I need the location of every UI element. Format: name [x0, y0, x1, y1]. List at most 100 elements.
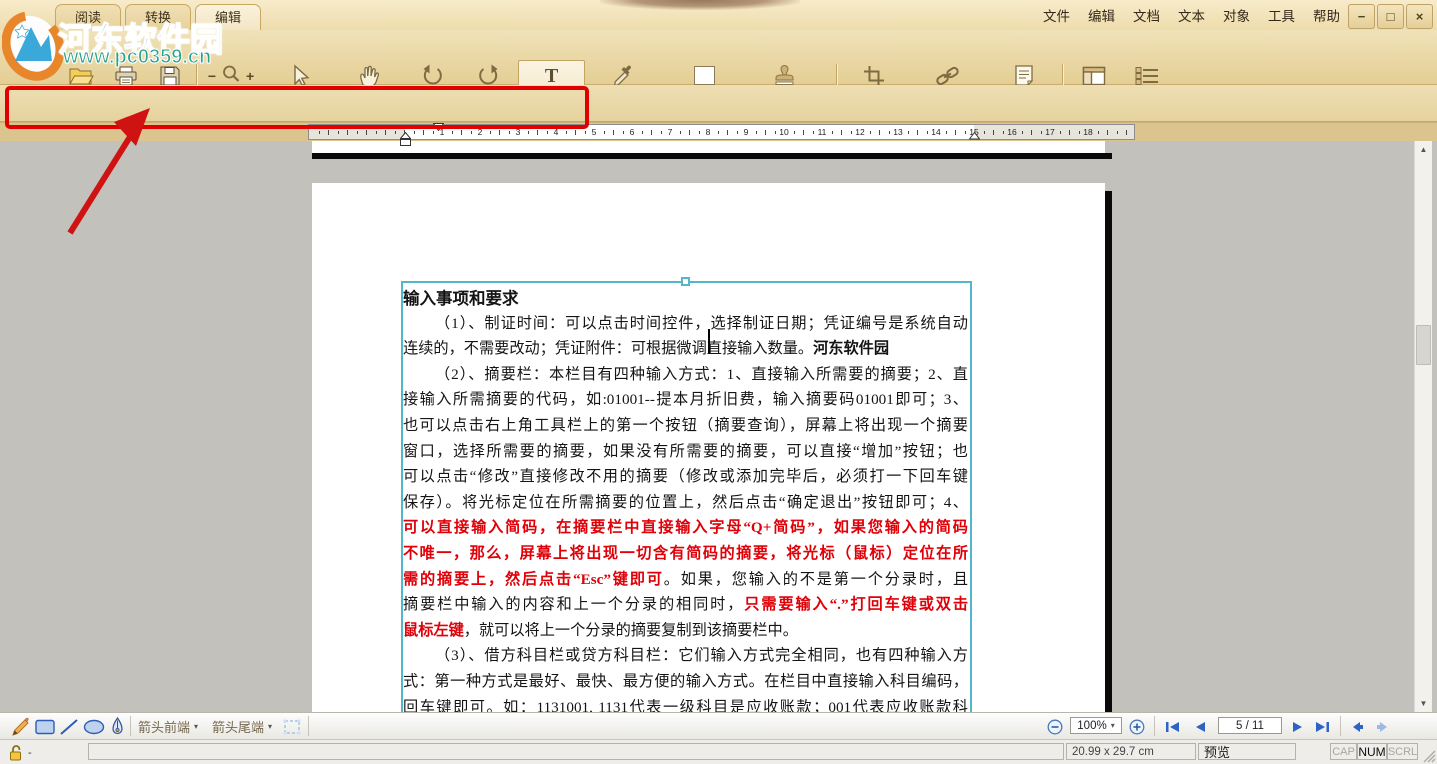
selection-rect-button[interactable] [282, 716, 302, 737]
first-line-indent-marker[interactable] [433, 123, 444, 131]
doc-line-3[interactable]: 连续的，不需要改动；凭证附件：可根据微调直接输入数量。河东软件园 [403, 336, 968, 362]
menu-item-3[interactable]: 文档 [1124, 3, 1169, 27]
zoom-in-button[interactable]: + [246, 68, 254, 84]
scroll-up-button[interactable]: ▲ [1415, 141, 1432, 158]
zoom-out-button[interactable]: − [208, 68, 216, 84]
previous-page-icon [1194, 721, 1206, 733]
doc-line-13[interactable]: 摘要栏中输入的内容和上一个分录的相同时，只需要输入“.”打回车键或双击 [403, 592, 968, 618]
rectangle-tool-button[interactable] [34, 716, 56, 737]
document-text[interactable]: 输入事项和要求 （1）、制证时间：可以点击时间控件，选择制证日期；凭证编号是系统自… [403, 285, 968, 712]
menu-item-5[interactable]: 对象 [1214, 3, 1259, 27]
window-close-button[interactable]: × [1406, 4, 1433, 29]
next-page-button[interactable] [1288, 716, 1308, 737]
doc-text-run-red: 可以直接输入简码，在摘要栏中直接输入字母“Q+简码”，如果您输入的简码 [403, 519, 968, 536]
doc-line-14[interactable]: 鼠标左键，就可以将上一个分录的摘要复制到该摘要栏中。 [403, 618, 968, 644]
zoom-in-circle-icon [1129, 719, 1145, 735]
ruler-tick [680, 131, 681, 134]
ruler-tick [879, 130, 880, 135]
ruler-tick [471, 131, 472, 134]
last-page-button[interactable] [1312, 716, 1332, 737]
resize-grip[interactable] [1422, 749, 1436, 763]
arrow-tail-dropdown[interactable]: 箭头尾端 ▾ [212, 716, 272, 737]
ruler-tick [642, 131, 643, 134]
ruler-number: 4 [554, 128, 559, 137]
ruler-tick [1098, 131, 1099, 134]
right-indent-marker[interactable] [969, 132, 980, 140]
arrow-front-dropdown[interactable]: 箭头前端 ▾ [138, 716, 198, 737]
ruler-tick [689, 130, 690, 135]
scrollbar-thumb[interactable] [1416, 325, 1431, 365]
ruler-tick [651, 130, 652, 135]
ruler-strip[interactable]: 123456789101112131415161718 [308, 124, 1135, 140]
doc-line-8[interactable]: 可以点击“修改”直接修改不用的摘要（修改或添加完毕后，必须打一下回车键 [403, 464, 968, 490]
dashed-selection-icon [283, 719, 301, 735]
doc-text-run-red: 需的摘要上，然后点击“Esc”键即可 [403, 571, 664, 588]
doc-text-run: （1）、制证时间：可以点击时间控件，选择制证日期；凭证编号是系统自动 [435, 315, 968, 332]
page-number-field[interactable]: 5 / 11 [1218, 717, 1282, 734]
menu-item-6[interactable]: 工具 [1259, 3, 1304, 27]
doc-line-4[interactable]: （2）、摘要栏：本栏目有四种输入方式：1、直接输入所需要的摘要；2、直 [403, 362, 968, 388]
ruler-number: 11 [818, 128, 827, 137]
view-mode-field: 预览 [1198, 743, 1296, 760]
separator [1340, 716, 1341, 736]
lock-icon[interactable] [8, 744, 24, 764]
doc-text-run-red: 鼠标左键 [403, 622, 464, 639]
ruler-tick [727, 130, 728, 135]
ruler-tick [1003, 131, 1004, 134]
ruler-tick [395, 131, 396, 134]
doc-line-1[interactable]: 输入事项和要求 [403, 285, 968, 311]
doc-line-6[interactable]: 也可以点击右上角工具栏上的第一个按钮（摘要查询），屏幕上将出现一个摘要 [403, 413, 968, 439]
doc-line-2[interactable]: （1）、制证时间：可以点击时间控件，选择制证日期；凭证编号是系统自动 [403, 311, 968, 337]
left-indent-marker[interactable] [400, 132, 411, 147]
menu-item-2[interactable]: 编辑 [1079, 3, 1124, 27]
doc-line-16[interactable]: 式：第一种方式是最好、最快、最方便的输入方式。在栏目中直接输入科目编码， [403, 669, 968, 695]
ruler-tick [1060, 131, 1061, 134]
ruler-tick [841, 130, 842, 135]
menu-bar: 文件编辑文档文本对象工具帮助 [1034, 0, 1349, 30]
ruler-tick [509, 131, 510, 134]
doc-line-15[interactable]: （3）、借方科目栏或贷方科目栏：它们输入方式完全相同，也有四种输入方 [403, 643, 968, 669]
status-message-field [88, 743, 1064, 760]
doc-line-11[interactable]: 不唯一，那么，屏幕上将出现一切含有简码的摘要，将光标（鼠标）定位在所 [403, 541, 968, 567]
doc-line-7[interactable]: 窗口，选择所需要的摘要，如果没有所需要的摘要，可以直接“增加”按钮；也 [403, 439, 968, 465]
pencil-tool-button[interactable] [10, 716, 32, 737]
previous-page-button[interactable] [1190, 716, 1210, 737]
document-page[interactable]: 输入事项和要求 （1）、制证时间：可以点击时间控件，选择制证日期；凭证编号是系统自… [312, 183, 1105, 712]
doc-line-10[interactable]: 可以直接输入简码，在摘要栏中直接输入字母“Q+简码”，如果您输入的简码 [403, 515, 968, 541]
line-tool-button[interactable] [58, 716, 80, 737]
ruler-tick [357, 131, 358, 134]
doc-text-run: 可以点击“修改”直接修改不用的摘要（修改或添加完毕后，必须打一下回车键 [403, 468, 968, 485]
application-window: 阅读 转换 编辑 文件编辑文档文本对象工具帮助 −□× 打开 打印 保存 [0, 0, 1437, 764]
ruler-tick [575, 130, 576, 135]
ruler-tick [366, 130, 367, 135]
doc-line-12[interactable]: 需的摘要上，然后点击“Esc”键即可。如果，您输入的不是第一个分录时，且 [403, 567, 968, 593]
doc-text-run-red: 只需要输入“.”打回车键或双击 [744, 596, 968, 613]
window-maximize-button[interactable]: □ [1377, 4, 1404, 29]
zoom-out-button-bottom[interactable] [1046, 716, 1064, 737]
menu-item-7[interactable]: 帮助 [1304, 3, 1349, 27]
pen-tool-button[interactable] [108, 716, 126, 737]
ellipse-tool-button[interactable] [82, 716, 106, 737]
view-forward-button[interactable] [1372, 716, 1392, 737]
zoom-in-button-bottom[interactable] [1128, 716, 1146, 737]
ruler-tick [1041, 131, 1042, 134]
window-minimize-button[interactable]: − [1348, 4, 1375, 29]
ruler-tick [499, 130, 500, 135]
ruler-tick [927, 131, 928, 134]
menu-item-4[interactable]: 文本 [1169, 3, 1214, 27]
ruler-tick [537, 130, 538, 135]
ruler-tick [338, 131, 339, 134]
doc-text-run: 窗口，选择所需要的摘要，如果没有所需要的摘要，可以直接“增加”按钮；也 [403, 443, 968, 460]
menu-item-1[interactable]: 文件 [1034, 3, 1079, 27]
ruler-tick [347, 130, 348, 135]
zoom-percent-combobox[interactable]: 100% ▾ [1070, 717, 1122, 734]
ruler-tick [775, 131, 776, 134]
doc-line-17[interactable]: 回车键即可。如：1131001, 1131代表一级科目是应收账款；001代表应收… [403, 695, 968, 713]
scroll-down-button[interactable]: ▼ [1415, 695, 1432, 712]
doc-line-9[interactable]: 保存）。将光标定位在所需摘要的位置上，然后点击“确定退出”按钮即可；4、 [403, 490, 968, 516]
doc-line-5[interactable]: 接输入所需摘要的代码，如:01001--提本月折旧费，输入摘要码01001即可；… [403, 387, 968, 413]
doc-text-run: 。如果，您输入的不是第一个分录时，且 [664, 571, 968, 588]
view-back-button[interactable] [1348, 716, 1368, 737]
first-page-button[interactable] [1162, 716, 1182, 737]
vertical-scrollbar[interactable]: ▲ ▼ [1414, 141, 1432, 712]
